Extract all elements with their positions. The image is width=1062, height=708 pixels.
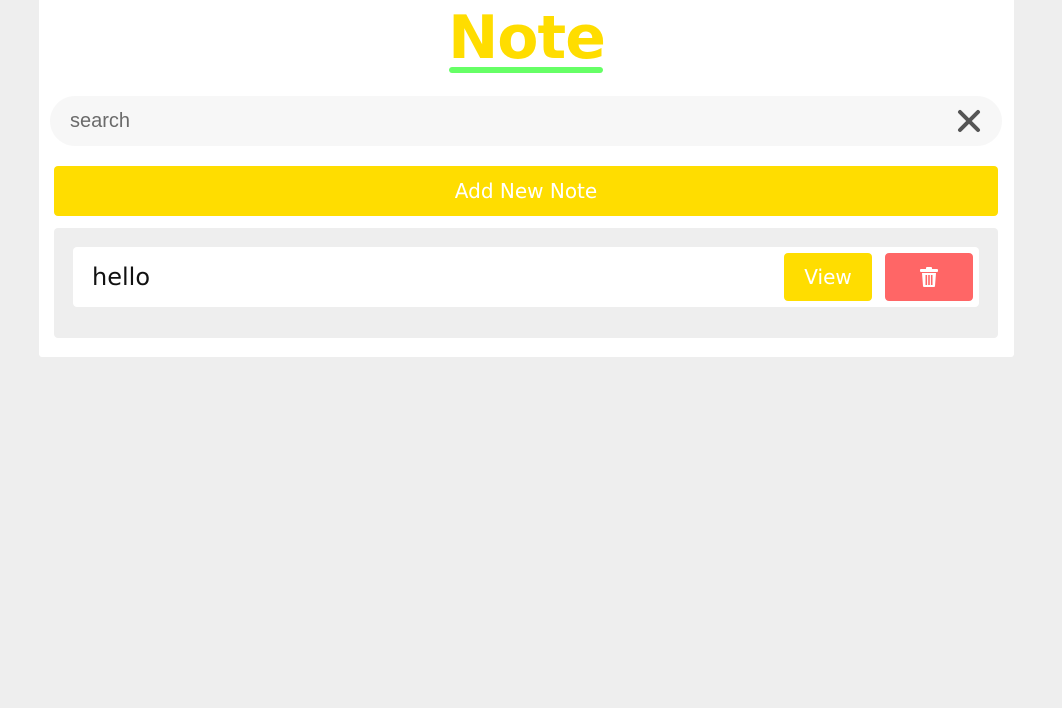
note-title: hello bbox=[92, 263, 150, 291]
delete-note-button[interactable] bbox=[885, 253, 973, 301]
list-item: hello View bbox=[73, 247, 979, 307]
search-input[interactable] bbox=[70, 96, 930, 146]
page-title: Note bbox=[448, 3, 606, 73]
notes-app-card: Note Add New Note hello View bbox=[39, 0, 1014, 357]
close-icon[interactable] bbox=[956, 108, 982, 134]
notes-list: hello View bbox=[54, 228, 998, 338]
trash-icon bbox=[920, 267, 938, 287]
title-underline bbox=[449, 67, 603, 73]
search-bar bbox=[50, 96, 1002, 146]
add-new-note-button[interactable]: Add New Note bbox=[54, 166, 998, 216]
view-note-button[interactable]: View bbox=[784, 253, 872, 301]
